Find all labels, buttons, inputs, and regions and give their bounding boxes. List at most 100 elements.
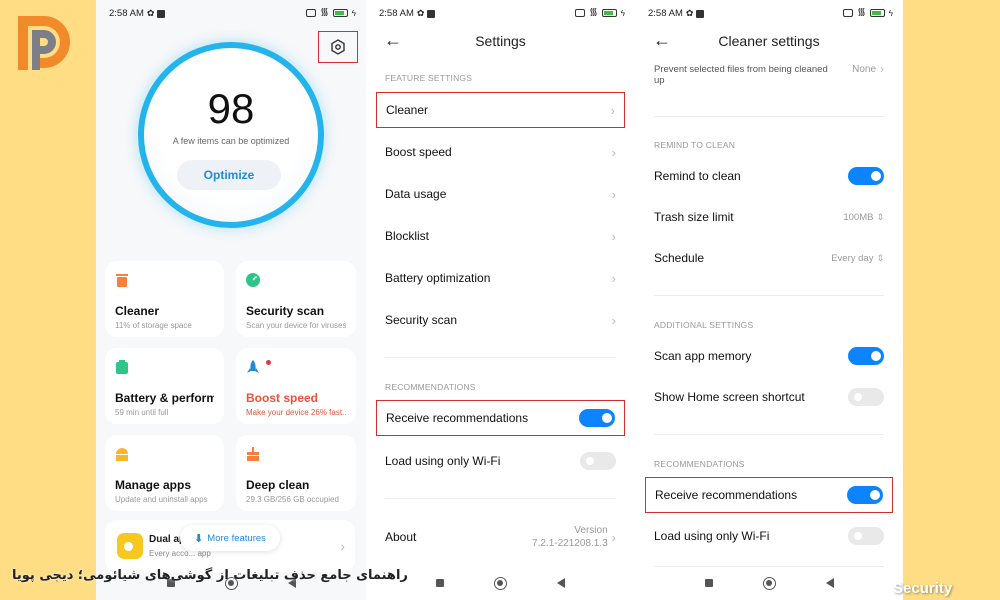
item-label: Load using only Wi-Fi [385,454,501,468]
sim-icon [306,9,317,17]
schedule-row[interactable]: Schedule Every day ⇕ [645,240,893,276]
chevron-right-icon: › [611,529,616,545]
receive-recommendations-toggle[interactable] [579,409,615,427]
charging-icon: ϟ [620,8,625,18]
settings-item-data-usage[interactable]: Data usage › [376,176,625,212]
battery-icon [116,360,128,374]
item-label: Trash size limit [654,210,734,224]
chevron-right-icon: › [611,144,616,160]
divider [654,116,884,117]
security-scan-card[interactable]: Security scan Scan your device for virus… [236,261,356,337]
page-title: Cleaner settings [718,33,820,49]
home-shortcut-row[interactable]: Show Home screen shortcut [645,379,893,415]
chevron-right-icon: › [340,538,345,554]
wifi-icon: ᯾ [320,7,329,18]
more-features-label: More features [207,532,266,544]
battery-card[interactable]: Battery & perform... 59 min until full [105,348,224,424]
wifi-only-row[interactable]: Load using only Wi-Fi [376,443,625,479]
boost-speed-card[interactable]: Boost speed Make your device 26% fast... [236,348,356,424]
item-label: Remind to clean [654,169,741,183]
item-label: Data usage [385,187,447,201]
optimize-button[interactable]: Optimize [177,160,281,190]
settings-notif-icon: ✿ [146,8,155,18]
wifi-icon: ᯾ [857,7,866,18]
up-down-icon: ⇕ [876,252,884,263]
settings-item-blocklist[interactable]: Blocklist › [376,218,625,254]
exceptions-row[interactable]: Prevent selected files from being cleane… [654,63,884,86]
card-title: Manage apps [115,478,192,492]
settings-notif-icon: ✿ [416,8,425,18]
trash-icon [116,274,128,287]
card-title: Deep clean [246,478,310,492]
settings-item-cleaner[interactable]: Cleaner › [376,92,625,128]
card-title: Boost speed [246,391,319,405]
home-button[interactable] [494,576,507,590]
card-subtitle: Update and uninstall apps [115,495,208,504]
receive-recommendations-row[interactable]: Receive recommendations [645,477,893,513]
score-value: 98 [207,85,255,132]
settings-item-boost-speed[interactable]: Boost speed › [376,134,625,170]
item-label: Boost speed [385,145,452,159]
receive-recommendations-toggle[interactable] [847,486,883,504]
back-nav-button[interactable] [825,578,834,588]
scan-app-memory-row[interactable]: Scan app memory [645,338,893,374]
up-down-icon: ⇕ [876,211,884,222]
remind-to-clean-toggle[interactable] [848,167,884,185]
chevron-right-icon: › [611,312,616,328]
wifi-only-toggle[interactable] [848,527,884,545]
more-features-button[interactable]: ⬇ More features [180,525,280,551]
receive-recommendations-row[interactable]: Receive recommendations [376,400,625,436]
exceptions-subtitle: Prevent selected files from being cleane… [654,64,828,86]
item-label: Security scan [385,313,458,327]
divider [385,498,616,499]
back-nav-button[interactable] [557,578,565,588]
chevron-right-icon: › [611,270,616,286]
scan-app-memory-toggle[interactable] [848,347,884,365]
home-shortcut-toggle[interactable] [848,388,884,406]
card-title: Security scan [246,304,325,318]
trash-size-limit-row[interactable]: Trash size limit 100MB ⇕ [645,199,893,235]
exceptions-value: None [852,64,876,75]
gear-icon [331,39,345,55]
settings-item-security-scan[interactable]: Security scan › [376,302,625,338]
settings-screen: 2:58 AM ✿ ᯾ ϟ ← Settings FEATURE SETTINGS … [366,0,635,600]
notification-icon [427,9,436,18]
divider [385,357,616,358]
article-caption: راهنمای جامع حذف تبلیغات از گوشی‌های شیا… [12,568,408,583]
recents-button[interactable] [704,579,713,587]
card-subtitle: Make your device 26% fast... [246,408,346,417]
section-header: RECOMMENDATIONS [385,382,476,392]
remind-to-clean-row[interactable]: Remind to clean [645,158,893,194]
card-subtitle: 11% of storage space [115,321,192,330]
item-label: Schedule [654,251,705,265]
android-icon [116,448,128,461]
about-row[interactable]: About Version 7.2.1-221208.1.3 › [376,519,625,555]
recents-button[interactable] [436,579,444,587]
manage-apps-card[interactable]: Manage apps Update and uninstall apps [105,435,224,511]
card-subtitle: 29.3 GB/256 GB occupied [246,495,339,504]
dual-apps-icon [117,533,143,559]
cleaner-card[interactable]: Cleaner 11% of storage space [105,261,224,337]
deep-clean-card[interactable]: Deep clean 29.3 GB/256 GB occupied [236,435,356,511]
version-value: 7.2.1-221208.1.3 [532,538,608,549]
status-bar: 2:58 AM ✿ ᯾ ϟ [96,6,366,22]
divider [654,566,884,567]
page-title: Settings [475,33,526,49]
settings-button[interactable] [318,31,358,63]
item-label: Battery optimization [385,271,491,285]
settings-item-battery-optimization[interactable]: Battery optimization › [376,260,625,296]
wifi-only-row[interactable]: Load using only Wi-Fi [645,518,893,554]
section-header: ADDITIONAL SETTINGS [654,320,754,330]
notification-icon [696,9,705,18]
brush-icon [247,447,259,461]
home-button[interactable] [762,576,776,590]
notification-icon [157,9,166,18]
schedule-value: Every day [831,252,874,264]
status-time: 2:58 AM [109,8,144,19]
dp-logo-icon [18,16,70,70]
wifi-only-toggle[interactable] [580,452,616,470]
battery-icon [869,9,885,17]
item-label: Scan app memory [654,349,752,363]
security-home-screen: 2:58 AM ✿ ᯾ ϟ 98 A few items can be optimi… [96,0,366,600]
battery-icon [601,9,617,17]
